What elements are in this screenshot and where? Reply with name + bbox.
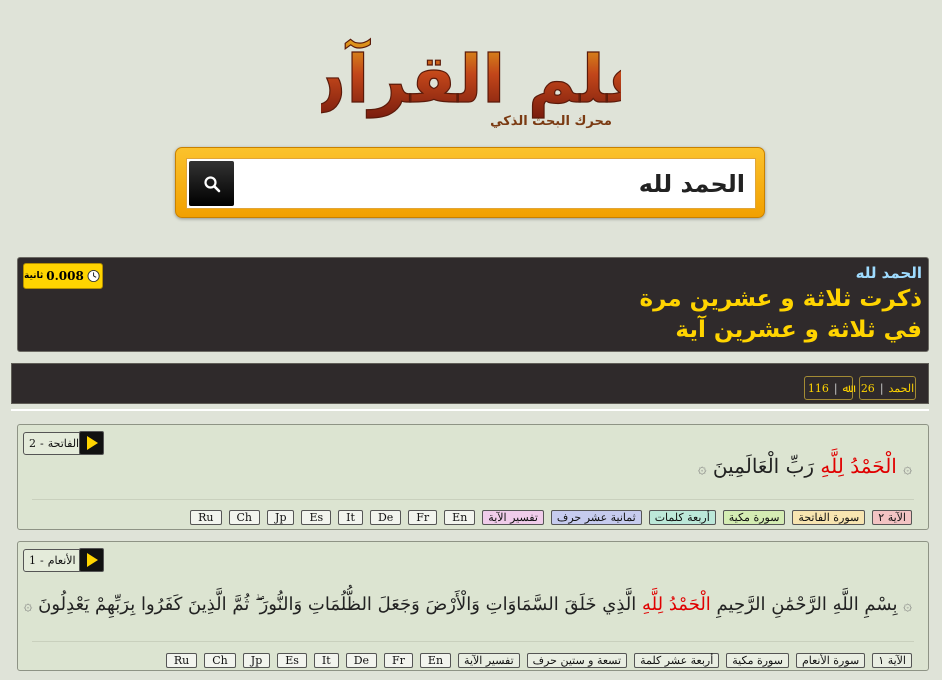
play-icon: [86, 436, 98, 450]
tag-tafsir[interactable]: تفسير الآية: [458, 653, 520, 668]
verse-after: رَبِّ الْعَالَمِينَ: [712, 454, 815, 478]
card-divider: [32, 641, 914, 642]
verse-highlight: الْحَمْدُ لِلَّهِ: [820, 454, 897, 478]
ref-number: 1: [29, 554, 36, 567]
play-audio-button[interactable]: [79, 431, 104, 455]
verse-before: بِسْمِ اللَّهِ الرَّحْمَٰنِ الرَّحِيمِ: [716, 594, 898, 615]
lang-fr-button[interactable]: Fr: [408, 510, 438, 525]
verse-tags: الآية ٢ سورة الفاتحة سورة مكية أربعة كلم…: [28, 510, 912, 526]
lang-jp-button[interactable]: Jp: [242, 653, 271, 668]
occurrence-count: ذكرت ثلاثة و عشرين مرة: [639, 286, 923, 312]
stat-separator: |: [879, 381, 884, 395]
verse-tags: الآية ١ سورة الأنعام سورة مكية أربعة عشر…: [28, 653, 912, 669]
search-box: [186, 158, 756, 209]
lang-es-button[interactable]: Es: [301, 510, 332, 525]
search-icon: [203, 175, 220, 192]
verse-ornament-open: ۞: [903, 459, 912, 477]
logo-graphic: علم القرآن محرك البحث الذكي: [321, 37, 621, 129]
result-card: الأنعام - 1 ۞ بِسْمِ اللَّهِ الرَّحْمَٰن…: [17, 541, 929, 671]
tag-verse-number[interactable]: الآية ١: [872, 653, 912, 668]
verse-count: في ثلاثة و عشرين آية: [675, 317, 922, 343]
lang-ru-button[interactable]: Ru: [165, 653, 198, 668]
lang-ru-button[interactable]: Ru: [190, 510, 222, 525]
verse-text: ۞ بِسْمِ اللَّهِ الرَّحْمَٰنِ الرَّحِيمِ…: [24, 594, 912, 615]
stat-count: 116: [807, 381, 829, 395]
tag-word-count[interactable]: أربعة عشر كلمة: [634, 653, 720, 668]
stat-word-alhamd[interactable]: الحمد | 26: [859, 376, 916, 400]
lang-de-button[interactable]: De: [369, 510, 402, 525]
lang-en-button[interactable]: En: [419, 653, 452, 668]
stat-label: الحمد: [888, 381, 915, 395]
verse-ornament-open: ۞: [903, 596, 912, 614]
play-icon: [86, 553, 98, 567]
stat-count: 26: [860, 381, 875, 395]
lang-jp-button[interactable]: Jp: [267, 510, 295, 525]
stat-separator: |: [833, 381, 838, 395]
lang-ch-button[interactable]: Ch: [228, 510, 261, 525]
search-input[interactable]: [237, 159, 755, 208]
result-summary: الحمد لله ذكرت ثلاثة و عشرين مرة في ثلاث…: [17, 257, 929, 352]
tag-verse-number[interactable]: الآية ٢: [872, 510, 912, 525]
stat-word-allah[interactable]: ﷲ | 116: [804, 376, 853, 400]
tag-tafsir[interactable]: تفسير الآية: [482, 510, 544, 525]
card-divider: [32, 499, 914, 500]
site-logo[interactable]: علم القرآن محرك البحث الذكي: [0, 22, 942, 132]
summary-query: الحمد لله: [855, 264, 922, 282]
verse-ornament-close: ۞: [23, 596, 33, 614]
tag-revelation-type[interactable]: سورة مكية: [726, 653, 789, 668]
verse-ornament-close: ۞: [697, 459, 707, 477]
verse-after: الَّذِي خَلَقَ السَّمَاوَاتِ وَالْأَرْضَ…: [38, 594, 637, 615]
tag-surah-name[interactable]: سورة الأنعام: [795, 653, 866, 668]
tag-letter-count[interactable]: تسعة و ستين حرف: [526, 653, 628, 668]
timer-unit: ثانية: [24, 271, 44, 281]
ref-number: 2: [29, 437, 36, 450]
play-audio-button[interactable]: [79, 548, 104, 572]
ref-surah: الأنعام: [47, 554, 76, 567]
lang-en-button[interactable]: En: [444, 510, 476, 525]
tag-surah-name[interactable]: سورة الفاتحة: [792, 510, 866, 525]
logo-subtitle: محرك البحث الذكي: [490, 114, 612, 129]
verse-text: ۞ الْحَمْدُ لِلَّهِ رَبِّ الْعَالَمِينَ …: [698, 454, 912, 478]
word-stats-bar: الحمد | 26 ﷲ | 116: [11, 363, 929, 404]
lang-de-button[interactable]: De: [345, 653, 378, 668]
verse-reference[interactable]: الفاتحة - 2: [23, 432, 86, 455]
ref-sep: -: [40, 554, 44, 567]
search-bar: [175, 147, 765, 218]
timer-value: 0.008: [46, 269, 84, 283]
stat-label: ﷲ: [842, 381, 850, 395]
result-card: الفاتحة - 2 ۞ الْحَمْدُ لِلَّهِ رَبِّ ال…: [17, 424, 929, 530]
ref-surah: الفاتحة: [47, 437, 80, 450]
logo-title: علم القرآن: [321, 38, 621, 118]
lang-it-button[interactable]: It: [338, 510, 363, 525]
divider: [11, 409, 929, 411]
lang-it-button[interactable]: It: [313, 653, 339, 668]
verse-reference[interactable]: الأنعام - 1: [23, 549, 82, 572]
search-time-badge: ثانية 0.008: [23, 263, 103, 289]
lang-ch-button[interactable]: Ch: [204, 653, 236, 668]
clock-icon: [87, 269, 100, 283]
tag-word-count[interactable]: أربعة كلمات: [648, 510, 716, 525]
verse-highlight: الْحَمْدُ لِلَّهِ: [642, 594, 711, 615]
lang-es-button[interactable]: Es: [277, 653, 307, 668]
tag-letter-count[interactable]: ثمانية عشر حرف: [550, 510, 642, 525]
ref-sep: -: [40, 437, 44, 450]
lang-fr-button[interactable]: Fr: [384, 653, 413, 668]
tag-revelation-type[interactable]: سورة مكية: [722, 510, 786, 525]
search-button[interactable]: [189, 161, 234, 206]
